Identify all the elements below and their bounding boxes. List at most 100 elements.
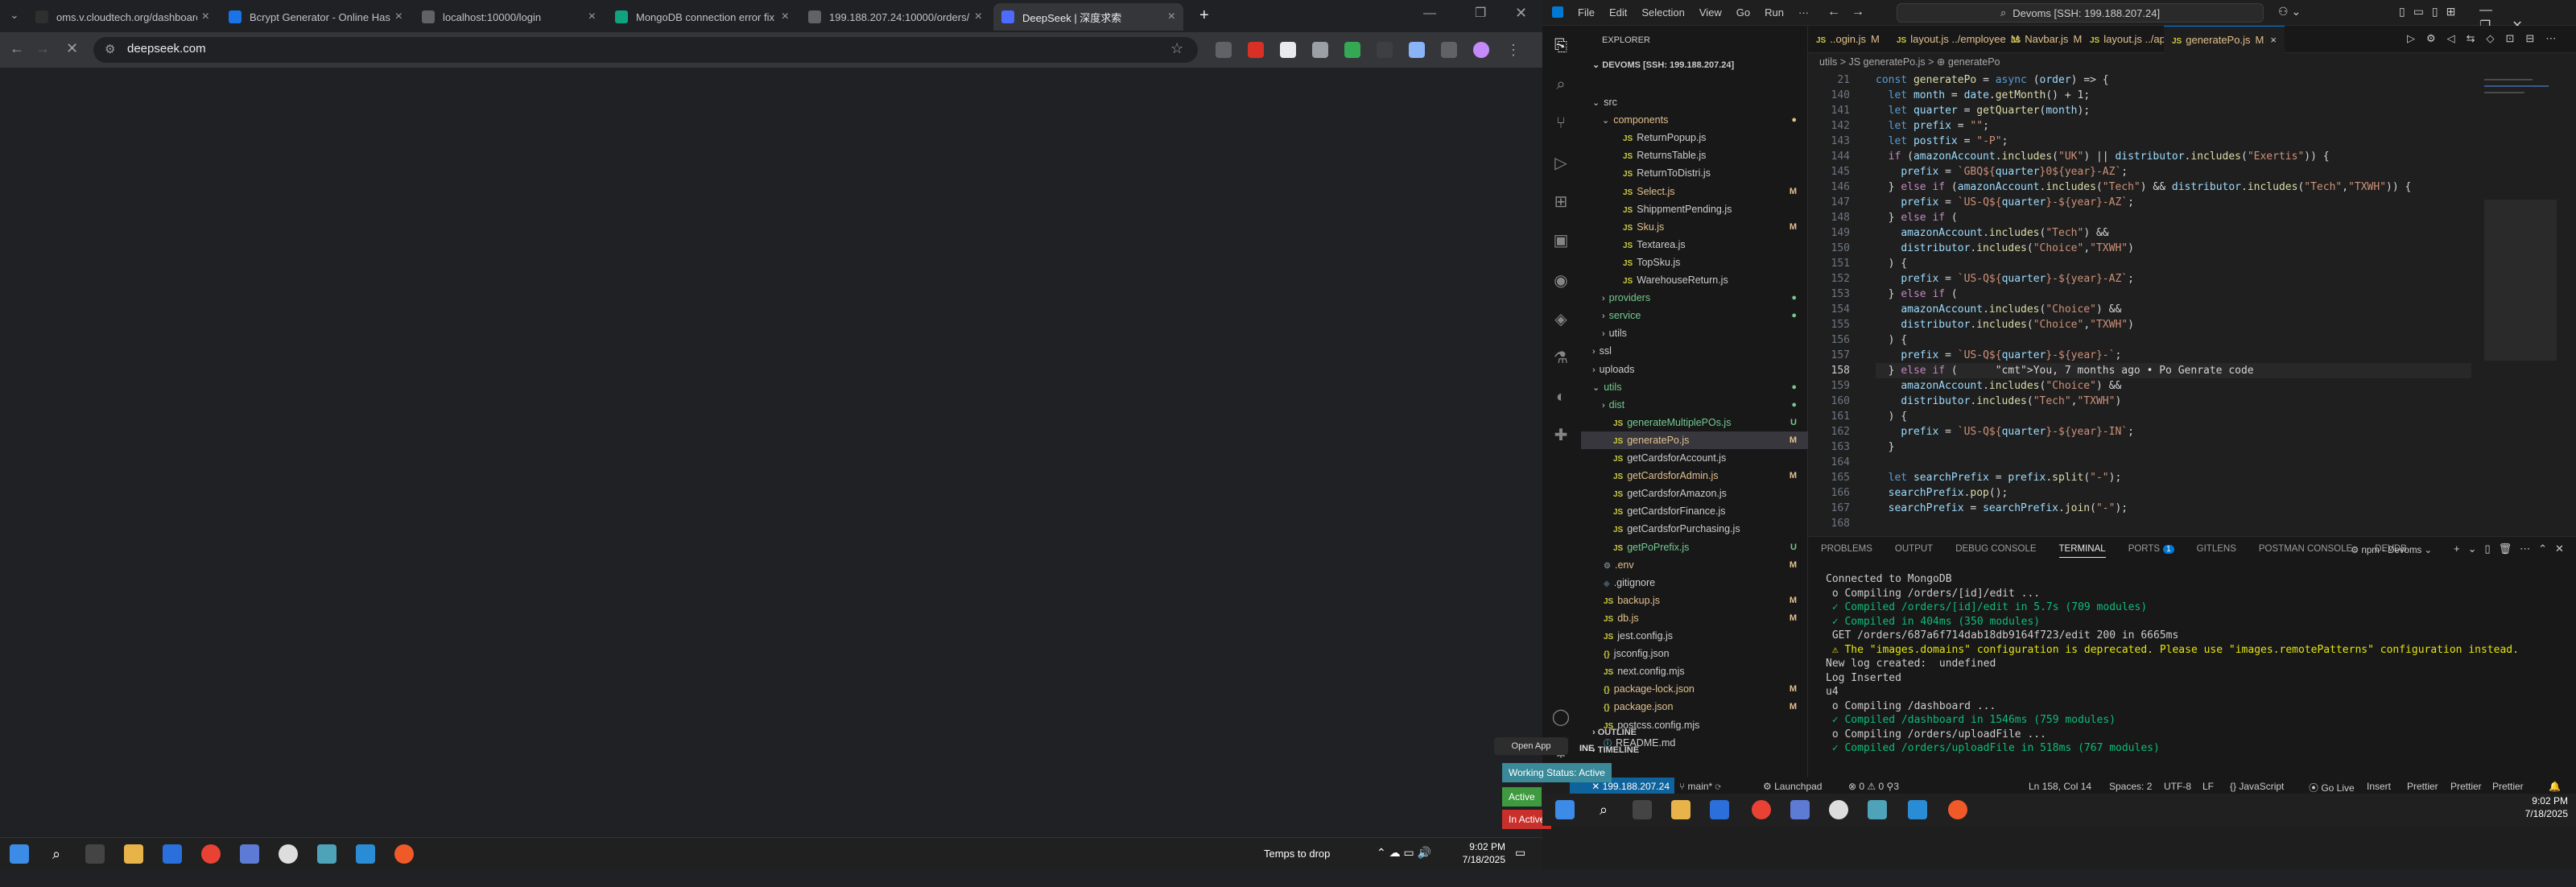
breadcrumb[interactable]: utils > JS generatePo.js > ⊕ generatePo xyxy=(1808,53,2576,71)
panel-tab[interactable]: GITLENS xyxy=(2197,544,2236,558)
address-bar[interactable] xyxy=(93,37,1198,63)
start-icon[interactable] xyxy=(10,844,29,864)
folder-item[interactable]: ⌄ utils ● xyxy=(1581,378,1808,396)
menu-kebab-icon[interactable]: ⋮ xyxy=(1505,42,1521,58)
browser-tab[interactable]: MongoDB connection error fix × xyxy=(607,3,797,31)
store-icon[interactable] xyxy=(163,844,182,864)
code-line[interactable]: let searchPrefix = prefix.split("-"); xyxy=(1876,470,2122,485)
file-item[interactable]: JS getCardsforAccount.js xyxy=(1581,449,1808,467)
encoding-status[interactable]: UTF-8 xyxy=(2164,781,2191,792)
extension-icon[interactable] xyxy=(1280,42,1296,58)
search-icon[interactable]: ⌕ xyxy=(47,844,66,864)
code-line[interactable]: distributor.includes("Tech","TXWH") xyxy=(1876,394,2121,409)
app-icon[interactable] xyxy=(279,844,298,864)
extensions-icon[interactable]: ⊞ xyxy=(1550,192,1571,212)
file-item[interactable]: JS ReturnPopup.js xyxy=(1581,129,1808,146)
file-item[interactable]: JS WarehouseReturn.js xyxy=(1581,271,1808,289)
extension-icon[interactable] xyxy=(1312,42,1328,58)
tab-close-icon[interactable]: × xyxy=(202,10,209,24)
folder-item[interactable]: › providers ● xyxy=(1581,289,1808,307)
folder-item[interactable]: › ssl xyxy=(1581,342,1808,360)
vscode-icon[interactable] xyxy=(1908,800,1927,819)
task-view-icon[interactable] xyxy=(85,844,105,864)
file-item[interactable]: JS Sku.js M xyxy=(1581,218,1808,236)
layout-icons[interactable]: ▯▭▯⊞ xyxy=(2399,5,2463,19)
minimap[interactable] xyxy=(2476,71,2565,536)
search-icon[interactable]: ⌕ xyxy=(1594,800,1613,819)
panel-tab[interactable]: PORTS 1 xyxy=(2128,544,2174,558)
eol-status[interactable]: LF xyxy=(2202,781,2214,792)
code-line[interactable]: ) { xyxy=(1876,256,1908,271)
stop-icon[interactable]: ✕ xyxy=(66,40,78,57)
tab-search-icon[interactable]: ⌄ xyxy=(10,8,19,22)
file-item[interactable]: JS next.config.mjs xyxy=(1581,662,1808,680)
code-line[interactable]: ) { xyxy=(1876,332,1908,348)
file-item[interactable]: JS getPoPrefix.js U xyxy=(1581,538,1808,556)
code-line[interactable]: searchPrefix = searchPrefix.join("-"); xyxy=(1876,501,2128,516)
code-line[interactable]: } else if ( xyxy=(1876,287,1958,302)
extension-icon[interactable] xyxy=(1216,42,1232,58)
back-icon[interactable]: ← xyxy=(10,40,24,57)
tab-close-icon[interactable]: × xyxy=(1168,10,1175,24)
url-text[interactable]: deepseek.com xyxy=(127,42,206,56)
terminal-selector[interactable]: ⚙ npm - Devoms ⌄ xyxy=(2351,544,2432,555)
notifications-bell-icon[interactable]: 🔔 xyxy=(2549,781,2561,792)
menu-item[interactable]: ··· xyxy=(1798,6,1809,19)
site-info-icon[interactable]: ⚙ xyxy=(105,42,115,56)
working-status-badge[interactable]: Working Status: Active xyxy=(1502,763,1612,782)
code-line[interactable]: } xyxy=(1876,439,1895,455)
browser-tab[interactable]: oms.v.cloudtech.org/dashboard × xyxy=(27,3,217,31)
file-explorer-icon[interactable] xyxy=(124,844,143,864)
command-center-search[interactable]: ⌕ Devoms [SSH: 199.188.207.24] xyxy=(1897,3,2264,23)
clock-date[interactable]: 7/18/2025 xyxy=(2504,808,2568,819)
file-item[interactable]: JS db.js M xyxy=(1581,609,1808,627)
clock-time[interactable]: 9:02 PM xyxy=(2504,795,2568,807)
open-app-button[interactable]: Open App xyxy=(1494,737,1568,755)
prettier-status[interactable]: Prettier xyxy=(2450,781,2482,792)
file-item[interactable]: JS getCardsforAmazon.js xyxy=(1581,485,1808,502)
timeline-section[interactable]: › TIMELINE xyxy=(1592,745,1639,755)
profile-avatar[interactable] xyxy=(1473,42,1489,58)
branch-status[interactable]: ⑂ main* ⟳ xyxy=(1679,781,1721,792)
language-status[interactable]: {} JavaScript xyxy=(2230,781,2284,792)
git-graph-icon[interactable]: ◈ xyxy=(1550,309,1571,330)
prettier-status[interactable]: Prettier xyxy=(2407,781,2438,792)
file-item[interactable]: {} package.json M xyxy=(1581,698,1808,716)
code-line[interactable]: prefix = `US-Q${quarter}-${year}-`; xyxy=(1876,348,2121,363)
panel-actions[interactable]: +⌄▯🗑⋯⌃✕ xyxy=(2454,543,2572,555)
file-item[interactable]: {} package-lock.json M xyxy=(1581,680,1808,698)
code-line[interactable]: prefix = `GBQ${quarter}0${year}-AZ`; xyxy=(1876,164,2128,179)
source-control-icon[interactable]: ⑂ xyxy=(1550,113,1571,134)
code-line[interactable]: } else if (amazonAccount.includes("Tech"… xyxy=(1876,179,2412,195)
outline-section[interactable]: › OUTLINE xyxy=(1592,728,1637,737)
code-line[interactable]: prefix = `US-Q${quarter}-${year}-IN`; xyxy=(1876,424,2134,439)
code-line[interactable]: } else if ( xyxy=(1876,210,1958,225)
folder-item[interactable]: ⌄ components ● xyxy=(1581,111,1808,129)
menu-item[interactable]: Go xyxy=(1736,6,1750,19)
go-live-status[interactable]: ⦿ Go Live xyxy=(2309,781,2355,794)
code-line[interactable]: prefix = `US-Q${quarter}-${year}-AZ`; xyxy=(1876,195,2134,210)
start-icon[interactable] xyxy=(1555,800,1575,819)
editor-tab[interactable]: JS ..ogin.js M xyxy=(1808,26,1888,53)
folder-item[interactable]: ⌄ src xyxy=(1581,93,1808,111)
cursor-position[interactable]: Ln 158, Col 14 xyxy=(2029,781,2091,792)
folder-item[interactable]: › uploads xyxy=(1581,361,1808,378)
menu-item[interactable]: File xyxy=(1578,6,1595,19)
docker-icon[interactable]: ◐ xyxy=(1550,386,1571,407)
file-item[interactable]: JS getCardsforAdmin.js M xyxy=(1581,467,1808,485)
code-line[interactable]: let prefix = ""; xyxy=(1876,118,1989,134)
tab-close-icon[interactable]: × xyxy=(395,10,402,24)
prettier-status[interactable]: Prettier xyxy=(2492,781,2524,792)
code-line[interactable]: amazonAccount.includes("Tech") && xyxy=(1876,225,2108,241)
file-item[interactable]: {} jsconfig.json xyxy=(1581,645,1808,662)
active-button[interactable]: Active xyxy=(1502,787,1542,807)
code-line[interactable]: } else if ( "cmt">You, 7 months ago • Po… xyxy=(1876,363,2471,378)
code-line[interactable]: searchPrefix.pop(); xyxy=(1876,485,2008,501)
code-line[interactable]: amazonAccount.includes("Choice") && xyxy=(1876,302,2121,317)
restore-icon[interactable]: ❐ xyxy=(1475,5,1486,21)
code-line[interactable]: distributor.includes("Choice","TXWH") xyxy=(1876,241,2134,256)
file-item[interactable]: JS jest.config.js xyxy=(1581,627,1808,645)
panel-tab[interactable]: OUTPUT xyxy=(1895,544,1933,558)
accounts-icon[interactable]: ◯ xyxy=(1550,707,1571,728)
app-icon[interactable] xyxy=(240,844,259,864)
